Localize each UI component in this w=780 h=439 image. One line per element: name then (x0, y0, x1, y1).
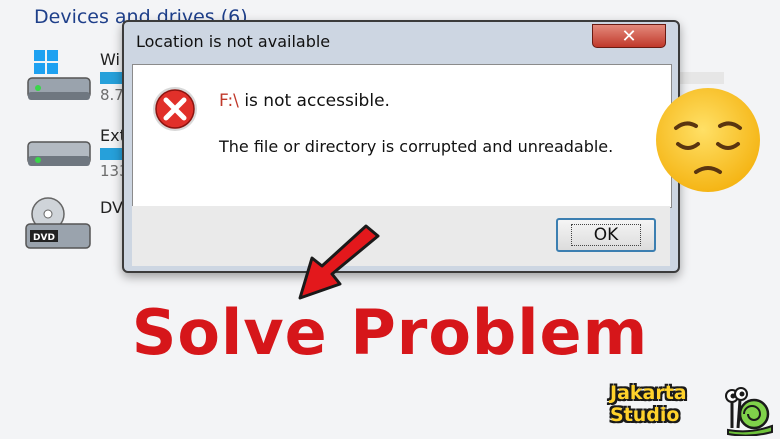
close-button[interactable]: ✕ (592, 24, 666, 48)
drive-name: Wi (100, 50, 120, 69)
drive-size: 8.7 (100, 86, 124, 104)
error-message-text: is not accessible. (238, 91, 390, 111)
dvd-label: DVD (33, 233, 55, 243)
ok-button[interactable]: OK (556, 218, 656, 252)
jakarta-studio-logo: Jakarta Studio (606, 380, 776, 436)
external-drive-icon (27, 141, 91, 166)
close-icon: ✕ (621, 25, 637, 47)
red-arrow-icon (298, 224, 380, 300)
error-message: F:\ is not accessible. (219, 91, 390, 111)
windows-drive-icon (27, 50, 91, 100)
headline: Solve Problem (131, 296, 649, 369)
dialog-footer: OK (132, 206, 670, 266)
error-detail: The file or directory is corrupted and u… (219, 137, 614, 156)
logo-line2: Studio (610, 404, 680, 426)
logo-text: Jakarta Studio (610, 382, 687, 426)
dialog-title: Location is not available (136, 32, 331, 51)
dialog-body: F:\ is not accessible. The file or direc… (132, 64, 672, 208)
drive-name: DV (100, 198, 123, 217)
drive-usage-bar (100, 148, 124, 160)
drive-letter: F:\ (219, 91, 239, 111)
ok-button-label: OK (570, 224, 642, 246)
logo-line1: Jakarta (610, 382, 687, 404)
snail-mascot-icon (725, 387, 773, 436)
drive-usage-bar (100, 72, 124, 84)
error-x-icon (153, 87, 197, 131)
dvd-drive-icon: DVD (25, 197, 91, 249)
error-dialog: Location is not available ✕ F:\ is not a… (122, 20, 680, 273)
sad-face-emoji (656, 88, 760, 192)
